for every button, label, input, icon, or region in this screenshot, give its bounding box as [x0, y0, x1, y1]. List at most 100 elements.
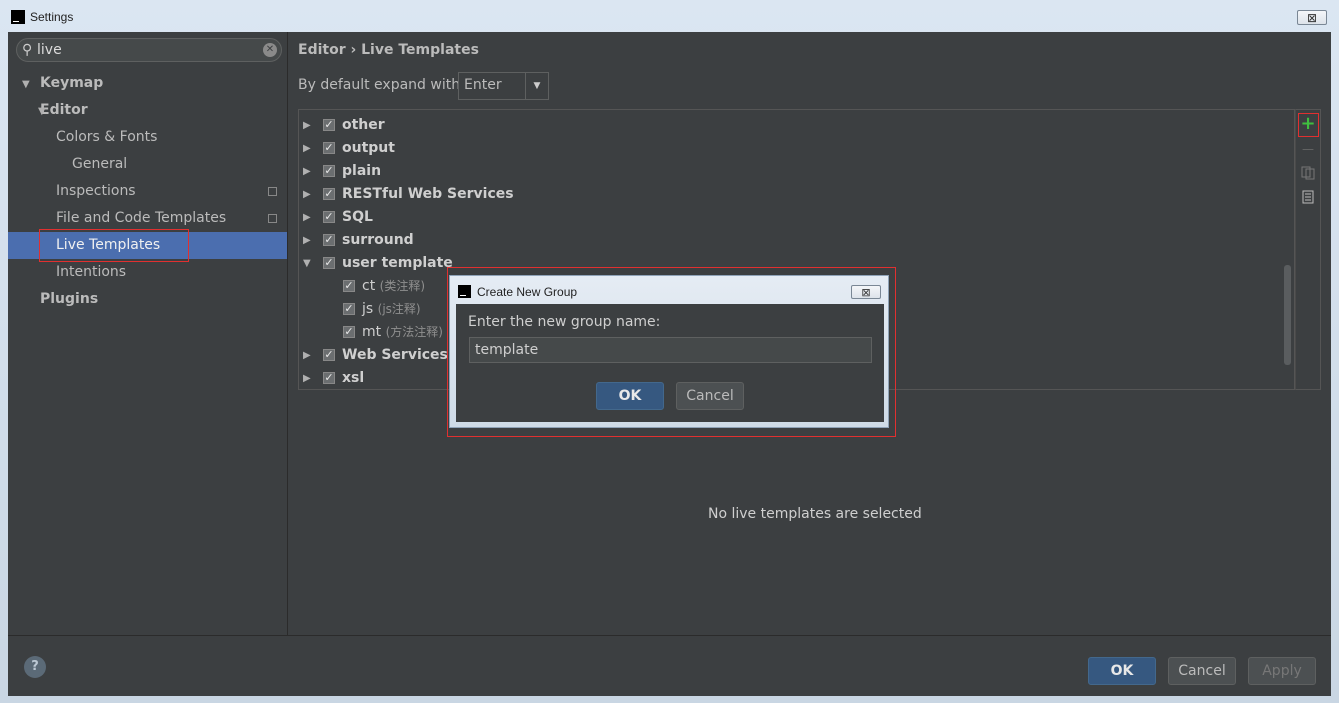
collapsed-arrow-icon[interactable]: ▶ — [303, 367, 311, 390]
dialog-body: Enter the new group name: OK Cancel — [456, 304, 884, 422]
remove-icon[interactable]: — — [1300, 141, 1316, 157]
group-row-other[interactable]: ▶ ✓ other — [299, 114, 1279, 137]
group-row-restful[interactable]: ▶ ✓ RESTful Web Services — [299, 183, 1279, 206]
group-name-input[interactable] — [469, 337, 872, 363]
group-checkbox[interactable]: ✓ — [323, 188, 335, 200]
group-label: SQL — [342, 209, 373, 225]
sidebar-item-label: Colors & Fonts — [56, 129, 158, 145]
apply-button[interactable]: Apply — [1248, 657, 1316, 685]
group-checkbox[interactable]: ✓ — [323, 349, 335, 361]
expanded-arrow-icon[interactable]: ▼ — [303, 252, 311, 275]
sidebar-item-label: Editor — [40, 102, 88, 118]
search-field[interactable]: ⚲ ✕ — [16, 38, 282, 62]
group-checkbox[interactable]: ✓ — [323, 165, 335, 177]
group-name-prompt: Enter the new group name: — [468, 314, 661, 330]
breadcrumb-live-templates: Live Templates — [361, 42, 479, 58]
sidebar-item-label: General — [72, 156, 128, 172]
title-bar: Settings ⊠ — [0, 0, 1339, 32]
cancel-button[interactable]: Cancel — [1168, 657, 1236, 685]
help-icon[interactable]: ? — [24, 656, 46, 678]
sidebar-item-general[interactable]: General — [72, 151, 127, 178]
group-label: output — [342, 140, 395, 156]
expand-with-label: By default expand with — [298, 77, 461, 93]
settings-window: Settings ⊠ ⚲ ✕ Keymap ▼ Editor ▼ Colors … — [0, 0, 1339, 703]
breadcrumb-separator: › — [350, 42, 357, 58]
sidebar-item-intentions[interactable]: Intentions — [56, 259, 126, 286]
breadcrumb-editor: Editor — [298, 42, 346, 58]
dialog-cancel-button[interactable]: Cancel — [676, 382, 744, 410]
sidebar-item-label: Intentions — [56, 264, 127, 280]
collapsed-arrow-icon[interactable]: ▶ — [303, 206, 311, 229]
template-checkbox[interactable]: ✓ — [343, 280, 355, 292]
ok-button[interactable]: OK — [1088, 657, 1156, 685]
expanded-arrow-icon[interactable]: ▼ — [22, 79, 30, 90]
sidebar-item-plugins[interactable]: Plugins — [40, 286, 98, 313]
dialog-ok-button[interactable]: OK — [596, 382, 664, 410]
group-label: user template — [342, 255, 453, 271]
collapsed-arrow-icon[interactable]: ▶ — [303, 137, 311, 160]
group-label: RESTful Web Services — [342, 186, 514, 202]
sidebar-item-label: Inspections — [56, 183, 136, 199]
template-label: js (js注释) — [362, 298, 421, 321]
group-checkbox[interactable]: ✓ — [323, 211, 335, 223]
collapsed-arrow-icon[interactable]: ▶ — [303, 183, 311, 206]
expand-with-select[interactable]: Enter ▼ — [458, 72, 549, 100]
highlight-box — [39, 229, 189, 262]
sidebar-item-label: File and Code Templates — [56, 210, 227, 226]
group-row-plain[interactable]: ▶ ✓ plain — [299, 160, 1279, 183]
template-description: (方法注释) — [385, 325, 443, 339]
expand-with-value: Enter — [464, 77, 502, 93]
sidebar-item-file-code-templates[interactable]: File and Code Templates — [56, 205, 226, 232]
copy-icon[interactable] — [1300, 166, 1316, 182]
collapsed-arrow-icon[interactable]: ▶ — [303, 114, 311, 137]
window-close-button[interactable]: ⊠ — [1297, 10, 1327, 25]
sidebar-item-label: Plugins — [40, 291, 99, 307]
sidebar-item-colors-fonts[interactable]: Colors & Fonts — [56, 124, 157, 151]
template-checkbox[interactable]: ✓ — [343, 326, 355, 338]
collapsed-arrow-icon[interactable]: ▶ — [303, 344, 311, 367]
template-abbreviation: ct — [362, 278, 376, 294]
group-label: other — [342, 117, 385, 133]
group-checkbox[interactable]: ✓ — [323, 234, 335, 246]
dialog-close-button[interactable]: ⊠ — [851, 285, 881, 299]
group-checkbox[interactable]: ✓ — [323, 257, 335, 269]
template-label: mt (方法注释) — [362, 321, 443, 344]
clear-search-icon[interactable]: ✕ — [263, 43, 277, 57]
collapsed-arrow-icon[interactable]: ▶ — [303, 229, 311, 252]
group-checkbox[interactable]: ✓ — [323, 142, 335, 154]
sidebar-item-label: Keymap — [40, 75, 104, 91]
intellij-icon — [458, 285, 471, 298]
template-label: ct (类注释) — [362, 275, 425, 298]
group-label: plain — [342, 163, 382, 179]
dialog-title: Create New Group — [477, 285, 578, 299]
sidebar-item-inspections[interactable]: Inspections — [56, 178, 136, 205]
template-abbreviation: js — [362, 301, 374, 317]
scrollbar-thumb[interactable] — [1284, 265, 1291, 365]
restore-icon[interactable] — [1300, 190, 1316, 206]
group-label: xsl — [342, 370, 365, 386]
chevron-down-icon[interactable]: ▼ — [525, 73, 548, 99]
expanded-arrow-icon[interactable]: ▼ — [38, 106, 46, 117]
dialog-footer: ? OK Cancel Apply — [8, 635, 1331, 696]
search-icon: ⚲ — [22, 42, 33, 58]
group-label: surround — [342, 232, 414, 248]
group-row-sql[interactable]: ▶ ✓ SQL — [299, 206, 1279, 229]
template-description: (js注释) — [377, 302, 421, 316]
sidebar-item-keymap[interactable]: Keymap — [40, 70, 103, 97]
highlight-box — [1298, 113, 1319, 137]
group-checkbox[interactable]: ✓ — [323, 119, 335, 131]
breadcrumb: Editor › Live Templates — [298, 42, 479, 58]
group-row-output[interactable]: ▶ ✓ output — [299, 137, 1279, 160]
template-description: (类注释) — [379, 279, 426, 293]
collapsed-arrow-icon[interactable]: ▶ — [303, 160, 311, 183]
template-checkbox[interactable]: ✓ — [343, 303, 355, 315]
empty-selection-message: No live templates are selected — [708, 506, 922, 522]
sidebar-item-editor[interactable]: Editor — [40, 97, 88, 124]
search-input[interactable] — [37, 41, 257, 59]
group-checkbox[interactable]: ✓ — [323, 372, 335, 384]
group-label: Web Services — [342, 347, 448, 363]
group-row-surround[interactable]: ▶ ✓ surround — [299, 229, 1279, 252]
project-settings-icon — [268, 187, 277, 196]
template-abbreviation: mt — [362, 324, 382, 340]
settings-sidebar: ⚲ ✕ Keymap ▼ Editor ▼ Colors & Fonts Gen… — [8, 32, 288, 635]
